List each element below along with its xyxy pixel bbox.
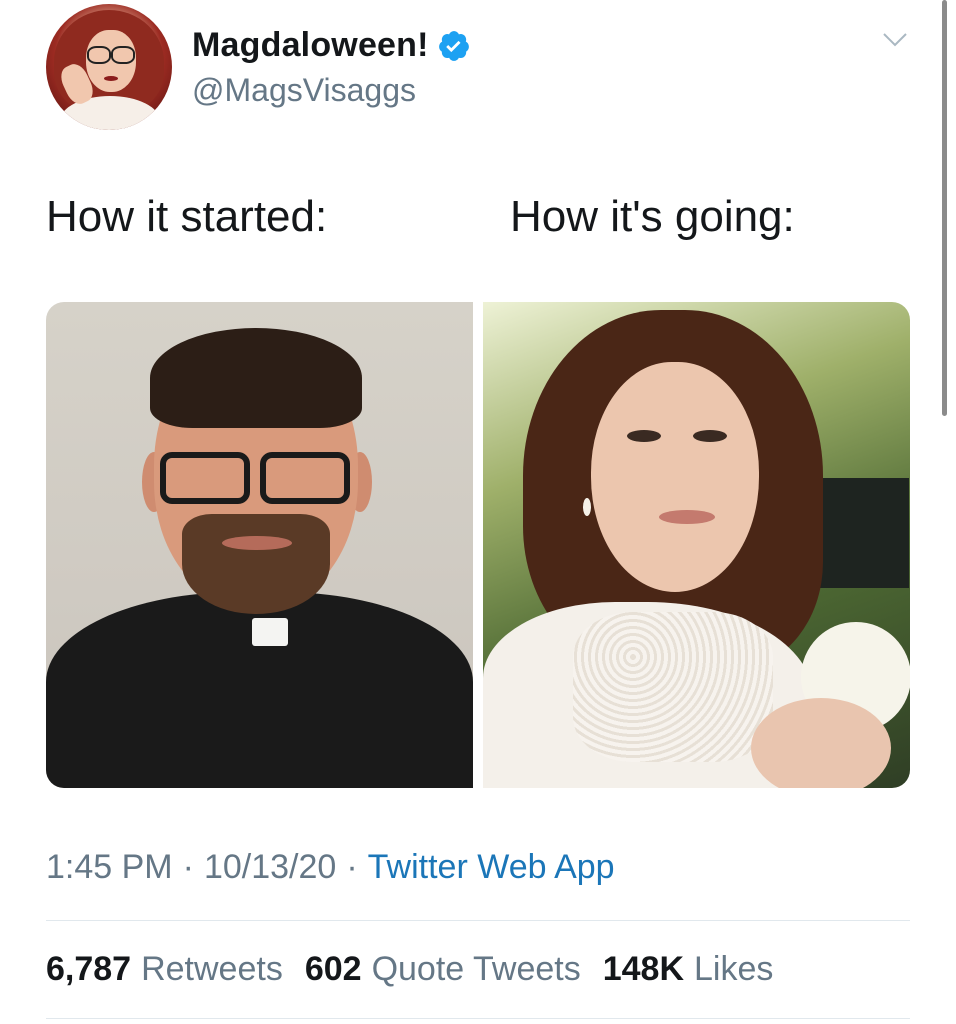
photo-subject-earring: [583, 498, 591, 516]
tweet-date[interactable]: 10/13/20: [204, 848, 336, 887]
avatar-glasses-left: [87, 46, 111, 64]
avatar-glasses-right: [111, 46, 135, 64]
divider: [46, 1018, 910, 1019]
likes-stat[interactable]: 148K Likes: [603, 950, 774, 989]
photo-subject-glasses-right: [260, 452, 350, 504]
caption-how-its-going: How it's going:: [510, 192, 795, 241]
verified-badge-icon: [438, 30, 469, 61]
tweet-time[interactable]: 1:45 PM: [46, 848, 173, 887]
display-name[interactable]: Magdaloween!: [192, 26, 471, 65]
likes-label: Likes: [694, 950, 774, 988]
display-name-text[interactable]: Magdaloween!: [192, 26, 429, 65]
chevron-down-icon[interactable]: [880, 28, 910, 52]
user-handle[interactable]: @MagsVisaggs: [192, 72, 416, 109]
photo-priest-portrait[interactable]: [46, 302, 473, 788]
quote-tweets-label: Quote Tweets: [371, 950, 581, 988]
photo-subject-hair: [150, 328, 362, 428]
tweet-stats: 6,787 Retweets 602 Quote Tweets 148K Likes: [46, 950, 773, 989]
photo-subject-eye-left: [627, 430, 661, 442]
tweet-view: Magdaloween! @MagsVisaggs How it started…: [0, 0, 956, 1024]
photo-subject-glasses-left: [160, 452, 250, 504]
photo-subject-beard: [182, 514, 330, 614]
scrollbar[interactable]: [942, 0, 947, 416]
divider: [46, 920, 910, 921]
photo-subject-lace: [573, 612, 773, 762]
meta-separator: ·: [182, 848, 194, 886]
quote-tweets-count: 602: [304, 950, 362, 988]
photo-subject-lips: [659, 510, 715, 524]
likes-count: 148K: [602, 950, 685, 988]
photo-woman-selfie-garden[interactable]: [483, 302, 910, 788]
retweets-label: Retweets: [141, 950, 283, 988]
photo-subject-arm: [751, 698, 891, 788]
avatar[interactable]: [46, 4, 172, 130]
caption-how-it-started: How it started:: [46, 192, 328, 241]
photo-subject-mouth: [222, 536, 292, 550]
quote-tweets-stat[interactable]: 602 Quote Tweets: [305, 950, 581, 989]
photo-subject-collar: [252, 618, 288, 646]
retweets-stat[interactable]: 6,787 Retweets: [46, 950, 283, 989]
meta-separator: ·: [346, 848, 358, 886]
avatar-lips: [104, 76, 118, 81]
tweet-source-link[interactable]: Twitter Web App: [368, 848, 615, 887]
photo-subject-face: [591, 362, 759, 592]
photo-subject-eye-right: [693, 430, 727, 442]
retweets-count: 6,787: [46, 950, 132, 988]
tweet-meta: 1:45 PM · 10/13/20 · Twitter Web App: [46, 848, 615, 887]
